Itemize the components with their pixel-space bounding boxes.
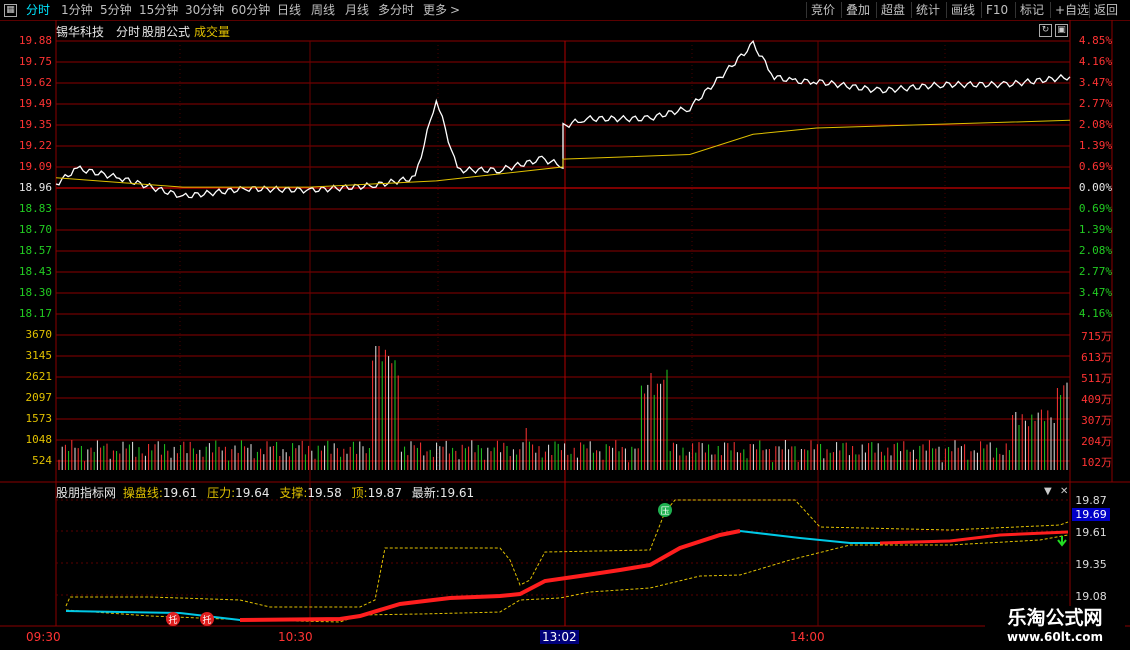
indicator-pressure-band	[65, 499, 1069, 608]
volume-tick-label: 1573	[25, 412, 53, 425]
price-tick-label: 18.30	[18, 286, 52, 299]
price-tick-label: 19.75	[18, 55, 52, 68]
indicator-axis-bottom: 19.08	[1075, 590, 1107, 603]
support-marker-label: 托	[202, 614, 211, 626]
watermark: 乐淘公式网 www.60lt.com	[985, 606, 1125, 648]
volume-tick-label: 307万	[1081, 414, 1112, 427]
volume-tick-label: 524	[32, 454, 52, 467]
indicator-line-label: 操盘线:	[122, 486, 163, 500]
indicator-pressure-label: 压力:	[207, 486, 236, 500]
indicator-title-bar: 股朋指标网 操盘线:19.61 压力:19.64 支撑:19.58 顶:19.8…	[56, 484, 474, 500]
chevron-down-icon[interactable]: ▼	[1044, 486, 1052, 497]
down-arrow-icon	[1057, 536, 1067, 547]
price-line	[55, 39, 1071, 199]
percent-tick-label: 3.47%	[1078, 286, 1112, 299]
intraday-chart[interactable]: 托 托 压	[0, 0, 1130, 650]
price-tick-label: 19.22	[18, 139, 52, 152]
percent-tick-label: 2.77%	[1078, 97, 1112, 110]
percent-tick-label: 2.08%	[1078, 118, 1112, 131]
price-tick-label: 18.43	[18, 265, 52, 278]
volume-tick-label: 409万	[1081, 393, 1112, 406]
indicator-line-cyan-2	[739, 530, 880, 544]
price-tick-label: 18.96	[18, 181, 52, 194]
indicator-current-tag: 19.69	[1072, 508, 1110, 521]
percent-tick-label: 0.69%	[1078, 160, 1112, 173]
volume-tick-label: 204万	[1081, 435, 1112, 448]
percent-tick-label: 4.16%	[1078, 55, 1112, 68]
volume-tick-label: 1048	[25, 433, 53, 446]
watermark-url: www.60lt.com	[1006, 630, 1104, 644]
percent-tick-label: 0.69%	[1078, 202, 1112, 215]
indicator-name: 股朋指标网	[56, 486, 117, 500]
price-tick-label: 19.09	[18, 160, 52, 173]
volume-tick-label: 3145	[25, 349, 53, 362]
price-tick-label: 18.57	[18, 244, 52, 257]
price-tick-label: 19.49	[18, 97, 52, 110]
indicator-line-red-2	[879, 530, 1069, 545]
support-marker-label: 托	[168, 614, 177, 626]
percent-tick-label: 2.77%	[1078, 265, 1112, 278]
indicator-support-value: 19.58	[307, 486, 342, 500]
indicator-top-label: 顶:	[351, 486, 368, 500]
indicator-support-label: 支撑:	[279, 486, 308, 500]
percent-tick-label: 0.00%	[1078, 181, 1112, 194]
volume-tick-label: 2621	[25, 370, 53, 383]
time-label-open: 09:30	[26, 630, 61, 644]
price-tick-label: 18.70	[18, 223, 52, 236]
indicator-axis-low: 19.35	[1075, 558, 1107, 571]
percent-tick-label: 4.16%	[1078, 307, 1112, 320]
close-icon[interactable]: ✕	[1060, 486, 1068, 497]
indicator-top-value: 19.87	[367, 486, 402, 500]
volume-tick-label: 715万	[1081, 330, 1112, 343]
indicator-latest-label: 最新:	[411, 486, 440, 500]
time-label-1030: 10:30	[278, 630, 313, 644]
price-tick-label: 18.17	[18, 307, 52, 320]
indicator-axis-mid: 19.61	[1075, 526, 1107, 539]
indicator-pressure-value: 19.64	[235, 486, 270, 500]
price-tick-label: 19.35	[18, 118, 52, 131]
watermark-title: 乐淘公式网	[1007, 607, 1103, 629]
volume-tick-label: 613万	[1081, 351, 1112, 364]
percent-tick-label: 1.39%	[1078, 223, 1112, 236]
price-tick-label: 19.88	[18, 34, 52, 47]
price-tick-label: 18.83	[18, 202, 52, 215]
percent-tick-label: 3.47%	[1078, 76, 1112, 89]
indicator-latest-value: 19.61	[439, 486, 475, 500]
percent-tick-label: 1.39%	[1078, 139, 1112, 152]
volume-tick-label: 102万	[1081, 456, 1112, 469]
percent-tick-label: 2.08%	[1078, 244, 1112, 257]
percent-tick-label: 4.85%	[1078, 34, 1112, 47]
pressure-marker-label: 压	[660, 506, 669, 517]
volume-tick-label: 3670	[25, 328, 53, 341]
indicator-axis-top: 19.87	[1075, 494, 1107, 507]
volume-tick-label: 2097	[25, 391, 53, 404]
time-label-cursor: 13:02	[540, 630, 579, 644]
indicator-line-value: 19.61	[162, 486, 198, 500]
volume-tick-label: 511万	[1081, 372, 1112, 385]
time-label-1400: 14:00	[790, 630, 825, 644]
price-tick-label: 19.62	[18, 76, 52, 89]
